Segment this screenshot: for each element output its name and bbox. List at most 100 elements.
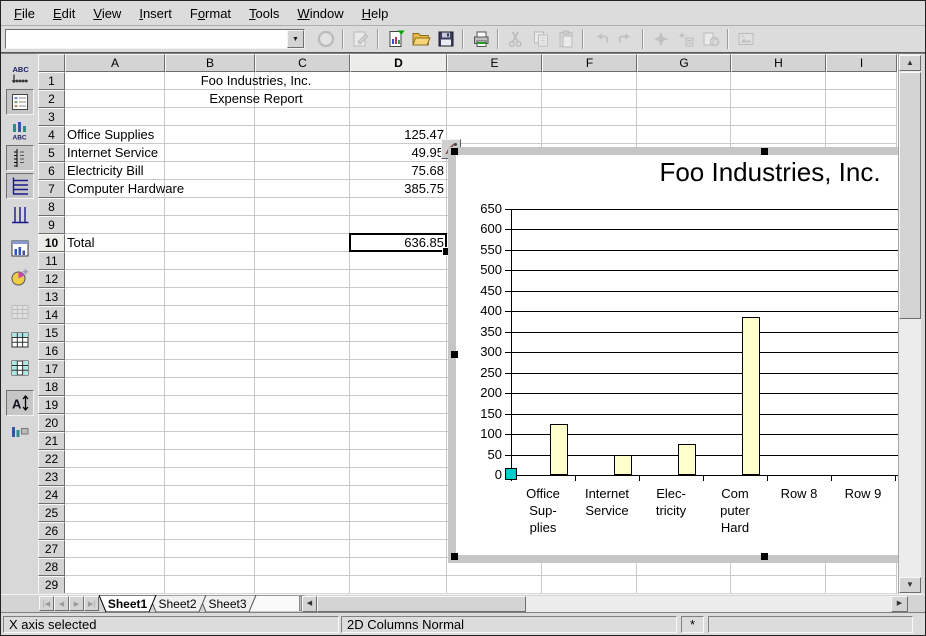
y-axis-label-650[interactable]: 650 xyxy=(460,201,502,216)
combobox-dropdown-button[interactable]: ▼ xyxy=(287,30,304,48)
row-header-23[interactable]: 23 xyxy=(38,468,65,486)
new-document-button[interactable] xyxy=(383,27,408,51)
chart-title-button[interactable]: ABC xyxy=(6,61,34,87)
scroll-left-button[interactable]: ◀ xyxy=(302,596,317,612)
chart-selection-handle[interactable] xyxy=(761,148,768,155)
row-header-7[interactable]: 7 xyxy=(38,180,65,198)
chart-selection-handle[interactable] xyxy=(451,553,458,560)
data-in-rows-button[interactable] xyxy=(6,327,34,353)
save-button[interactable] xyxy=(433,27,458,51)
chart-selection-handle[interactable] xyxy=(761,553,768,560)
row-header-9[interactable]: 9 xyxy=(38,216,65,234)
sheet-nav-next-button[interactable]: ▶ xyxy=(69,596,84,611)
menu-view[interactable]: View xyxy=(84,3,130,24)
y-axis-label-450[interactable]: 450 xyxy=(460,283,502,298)
data-in-columns-button[interactable] xyxy=(6,355,34,381)
column-header-i[interactable]: I xyxy=(826,54,897,72)
url-combobox[interactable]: ▼ xyxy=(5,29,305,49)
row-header-13[interactable]: 13 xyxy=(38,288,65,306)
print-button[interactable] xyxy=(468,27,493,51)
y-axis-label-350[interactable]: 350 xyxy=(460,324,502,339)
scale-text-button[interactable]: A xyxy=(6,390,34,416)
row-header-10[interactable]: 10 xyxy=(38,234,65,252)
row-header-18[interactable]: 18 xyxy=(38,378,65,396)
vertical-grid-button[interactable] xyxy=(6,201,34,227)
row-header-6[interactable]: 6 xyxy=(38,162,65,180)
cell-row6-label[interactable]: Electricity Bill xyxy=(67,162,144,180)
vertical-scrollbar[interactable]: ▲▼ xyxy=(898,54,921,594)
row-header-15[interactable]: 15 xyxy=(38,324,65,342)
bar-computer-hard[interactable] xyxy=(742,317,760,475)
row-header-5[interactable]: 5 xyxy=(38,144,65,162)
horizontal-scroll-thumb[interactable] xyxy=(317,596,526,612)
y-axis-label-400[interactable]: 400 xyxy=(460,303,502,318)
cell-row7-value[interactable]: 385.75 xyxy=(354,180,444,198)
cell-row4-label[interactable]: Office Supplies xyxy=(67,126,154,144)
x-axis-line[interactable] xyxy=(511,475,898,476)
axis-descriptions-button[interactable] xyxy=(6,145,34,171)
row-header-14[interactable]: 14 xyxy=(38,306,65,324)
row-header-12[interactable]: 12 xyxy=(38,270,65,288)
row-header-8[interactable]: 8 xyxy=(38,198,65,216)
sheet-nav-last-button[interactable]: ▶| xyxy=(84,596,99,611)
y-axis-label-200[interactable]: 200 xyxy=(460,385,502,400)
row-header-21[interactable]: 21 xyxy=(38,432,65,450)
column-header-h[interactable]: H xyxy=(731,54,826,72)
row-header-4[interactable]: 4 xyxy=(38,126,65,144)
sheet-tab-label[interactable]: Sheet3 xyxy=(208,597,246,611)
sheet-nav-first-button[interactable]: |◀ xyxy=(39,596,54,611)
bar-internet-service[interactable] xyxy=(614,455,632,475)
column-header-a[interactable]: A xyxy=(65,54,165,72)
row-header-28[interactable]: 28 xyxy=(38,558,65,576)
chart-type-button[interactable] xyxy=(6,236,34,262)
open-button[interactable] xyxy=(408,27,433,51)
row-header-19[interactable]: 19 xyxy=(38,396,65,414)
axes-title-button[interactable]: ABC xyxy=(6,117,34,143)
row-header-20[interactable]: 20 xyxy=(38,414,65,432)
cell-row6-value[interactable]: 75.68 xyxy=(354,162,444,180)
url-combobox-input[interactable] xyxy=(6,30,287,48)
row-header-27[interactable]: 27 xyxy=(38,540,65,558)
row-header-26[interactable]: 26 xyxy=(38,522,65,540)
chart-selection-handle[interactable] xyxy=(451,351,458,358)
sheet-tab-label[interactable]: Sheet1 xyxy=(108,597,148,611)
y-axis-label-600[interactable]: 600 xyxy=(460,221,502,236)
row-header-17[interactable]: 17 xyxy=(38,360,65,378)
x-axis-selection-handle[interactable] xyxy=(505,468,517,480)
scroll-down-button[interactable]: ▼ xyxy=(899,577,921,593)
menu-help[interactable]: Help xyxy=(353,3,398,24)
y-axis-label-250[interactable]: 250 xyxy=(460,365,502,380)
row-header-25[interactable]: 25 xyxy=(38,504,65,522)
row-header-22[interactable]: 22 xyxy=(38,450,65,468)
sheet-nav-previous-button[interactable]: ◀ xyxy=(54,596,69,611)
y-axis-label-100[interactable]: 100 xyxy=(460,426,502,441)
bar-office-supplies[interactable] xyxy=(550,424,568,475)
x-axis-label-electricity[interactable]: Elec-tricity xyxy=(635,485,707,519)
select-all-corner[interactable] xyxy=(38,54,65,72)
x-axis-label-office-supplies[interactable]: OfficeSup-plies xyxy=(507,485,579,536)
chart-object[interactable]: 050100150200250300350400450500550600650O… xyxy=(448,147,898,563)
cell-row5-value[interactable]: 49.95 xyxy=(354,144,444,162)
row-header-24[interactable]: 24 xyxy=(38,486,65,504)
y-axis-label-550[interactable]: 550 xyxy=(460,242,502,257)
vertical-scroll-thumb[interactable] xyxy=(899,72,921,319)
y-axis-line[interactable] xyxy=(511,209,512,476)
x-axis-label-row-8[interactable]: Row 8 xyxy=(763,485,835,502)
row-header-11[interactable]: 11 xyxy=(38,252,65,270)
chart-title[interactable]: Foo Industries, Inc. xyxy=(659,157,880,188)
cell-row7-label[interactable]: Computer Hardware xyxy=(67,180,184,198)
x-axis-label-internet-service[interactable]: InternetService xyxy=(571,485,643,519)
y-axis-label-0[interactable]: 0 xyxy=(460,467,502,482)
reorganize-chart-button[interactable] xyxy=(6,418,34,444)
autoformat-button[interactable] xyxy=(6,264,34,290)
menu-tools[interactable]: Tools xyxy=(240,3,288,24)
column-header-e[interactable]: E xyxy=(447,54,542,72)
menu-file[interactable]: File xyxy=(5,3,44,24)
bar-electricity[interactable] xyxy=(678,444,696,475)
menu-format[interactable]: Format xyxy=(181,3,240,24)
menu-insert[interactable]: Insert xyxy=(130,3,181,24)
cell-row4-value[interactable]: 125.47 xyxy=(354,126,444,144)
column-header-c[interactable]: C xyxy=(255,54,350,72)
y-axis-label-50[interactable]: 50 xyxy=(460,447,502,462)
horizontal-scrollbar[interactable]: ◀▶ xyxy=(302,596,908,612)
